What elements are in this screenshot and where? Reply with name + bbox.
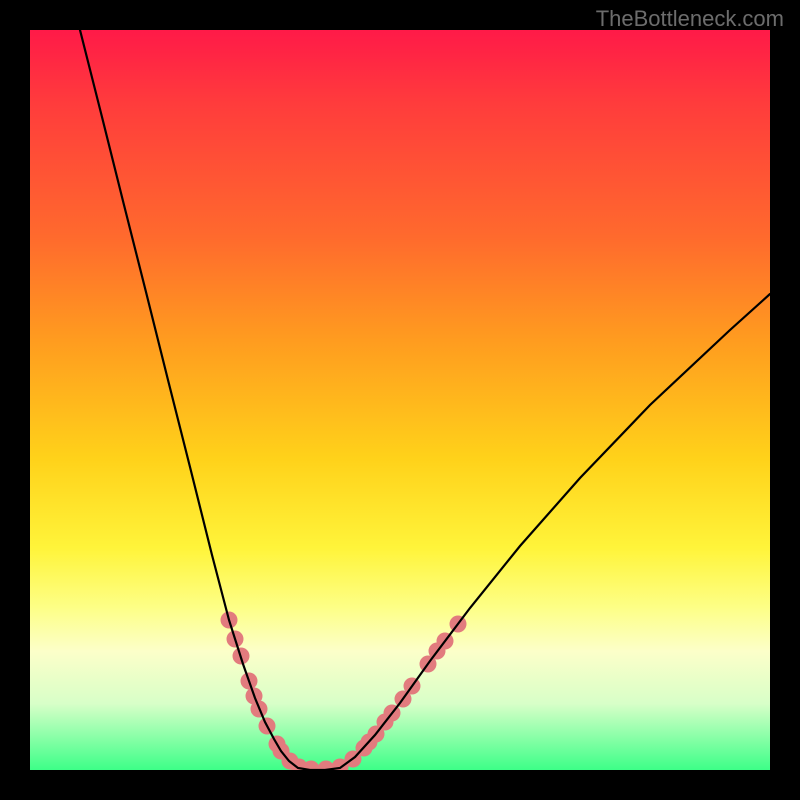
watermark-text: TheBottleneck.com: [596, 6, 784, 32]
chart-frame: TheBottleneck.com: [0, 0, 800, 800]
marker-group: [221, 612, 467, 771]
chart-plot-area: [30, 30, 770, 770]
chart-svg: [30, 30, 770, 770]
